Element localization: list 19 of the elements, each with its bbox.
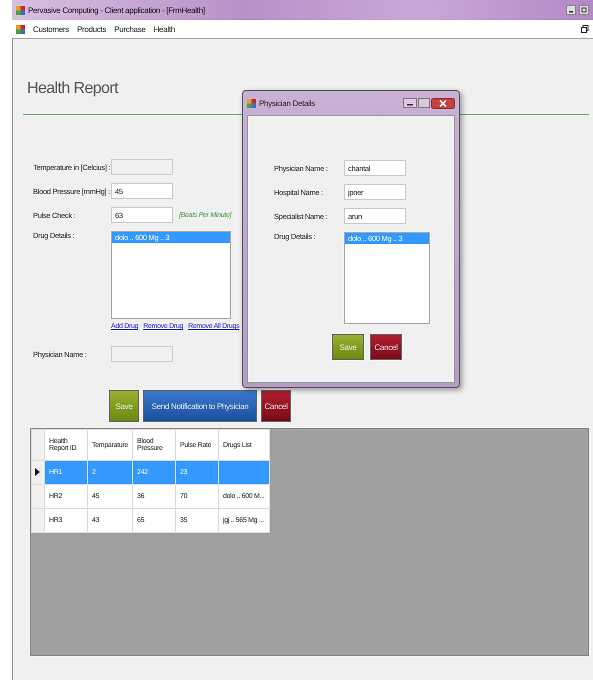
row-pointer-icon xyxy=(35,468,40,476)
close-icon[interactable] xyxy=(431,98,455,108)
send-button[interactable]: Send Notification to Physician xyxy=(143,390,257,422)
cancel-button[interactable]: Cancel xyxy=(261,390,291,422)
menu-item[interactable]: Purchase xyxy=(114,24,146,34)
minimize-icon[interactable] xyxy=(566,5,576,15)
app-icon xyxy=(16,24,25,34)
menu-item[interactable]: Health xyxy=(154,24,175,34)
maximize-icon[interactable] xyxy=(579,5,589,15)
page-heading: Health Report xyxy=(27,80,120,98)
minimize-icon[interactable] xyxy=(403,98,417,108)
menu-item[interactable]: Products xyxy=(76,24,106,34)
restore-icon[interactable] xyxy=(581,25,589,33)
dialog-title: Physician Details xyxy=(259,98,315,108)
app-icon xyxy=(247,98,256,108)
app-icon xyxy=(16,6,25,14)
menu-item[interactable]: Customers xyxy=(33,24,69,34)
cancel-button[interactable]: Cancel xyxy=(370,334,402,360)
window-title: Pervasive Computing - Client application - [FrmHealth] xyxy=(28,6,205,14)
